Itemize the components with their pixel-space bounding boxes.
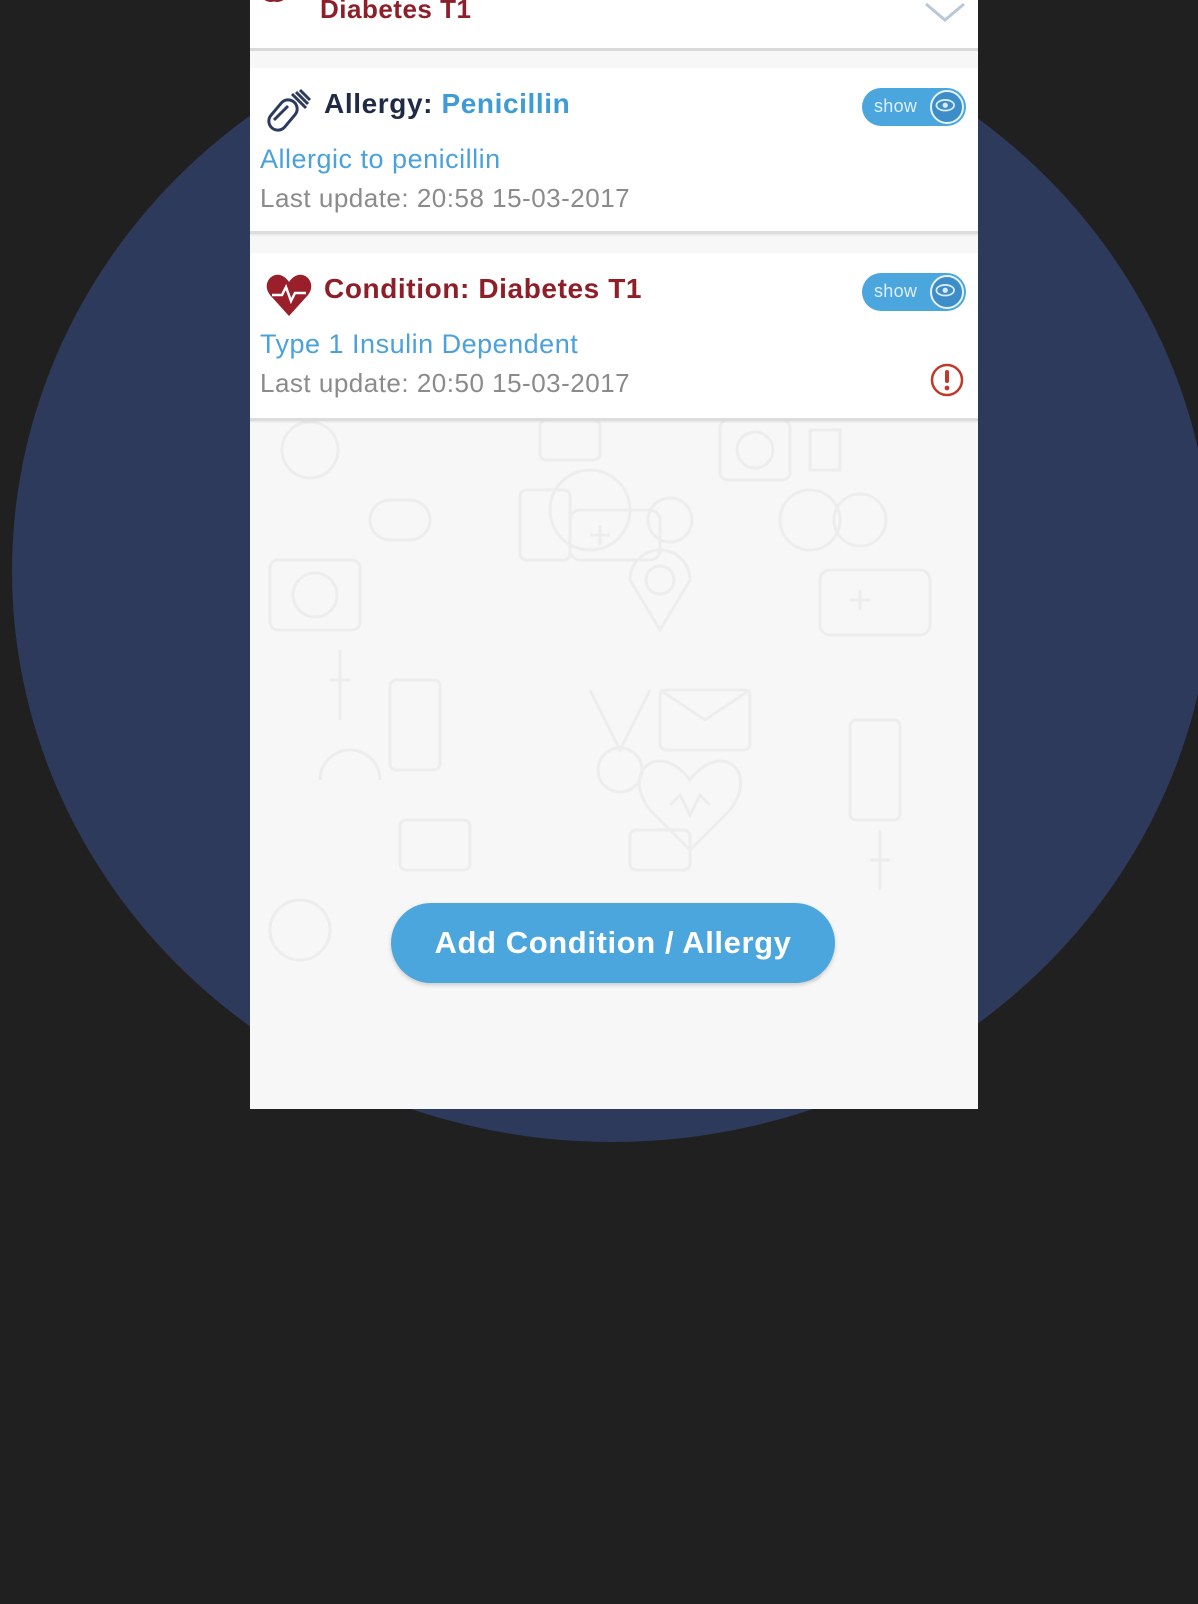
allergy-card[interactable]: Allergy: Penicillin show Allergic to pen… <box>250 68 978 234</box>
condition-last-update: Last update: 20:50 15-03-2017 <box>260 368 631 398</box>
allergy-description: Allergic to penicillin <box>260 144 501 174</box>
chevron-down-icon[interactable] <box>924 0 966 24</box>
alert-icon[interactable] <box>930 363 964 397</box>
allergy-title-key: Allergy: <box>324 88 442 119</box>
pill-icon <box>267 88 312 132</box>
phone-screen: Diabetes T1 Allergy: Penicillin show All… <box>250 0 978 1109</box>
add-condition-allergy-button[interactable]: Add Condition / Allergy <box>391 903 835 983</box>
condition-title-key: Condition: <box>324 273 479 304</box>
condition-description: Type 1 Insulin Dependent <box>260 329 579 359</box>
show-label: show <box>874 281 918 301</box>
summary-label: Diabetes T1 <box>320 0 472 24</box>
heart-pulse-icon <box>266 274 312 316</box>
allergy-title-value: Penicillin <box>441 88 571 119</box>
show-label: show <box>874 96 918 116</box>
allergy-last-update: Last update: 20:58 15-03-2017 <box>260 183 631 213</box>
condition-title: Condition: Diabetes T1 <box>324 273 642 305</box>
heart-icon <box>264 0 284 2</box>
condition-card[interactable]: Condition: Diabetes T1 show Type 1 Insul… <box>250 253 978 421</box>
condition-title-value: Diabetes T1 <box>478 273 643 304</box>
condition-show-toggle[interactable]: show <box>862 273 966 311</box>
allergy-show-toggle[interactable]: show <box>862 88 966 126</box>
allergy-title: Allergy: Penicillin <box>324 88 570 120</box>
eye-icon <box>930 90 964 124</box>
eye-icon <box>930 275 964 309</box>
summary-row[interactable]: Diabetes T1 <box>250 0 978 51</box>
